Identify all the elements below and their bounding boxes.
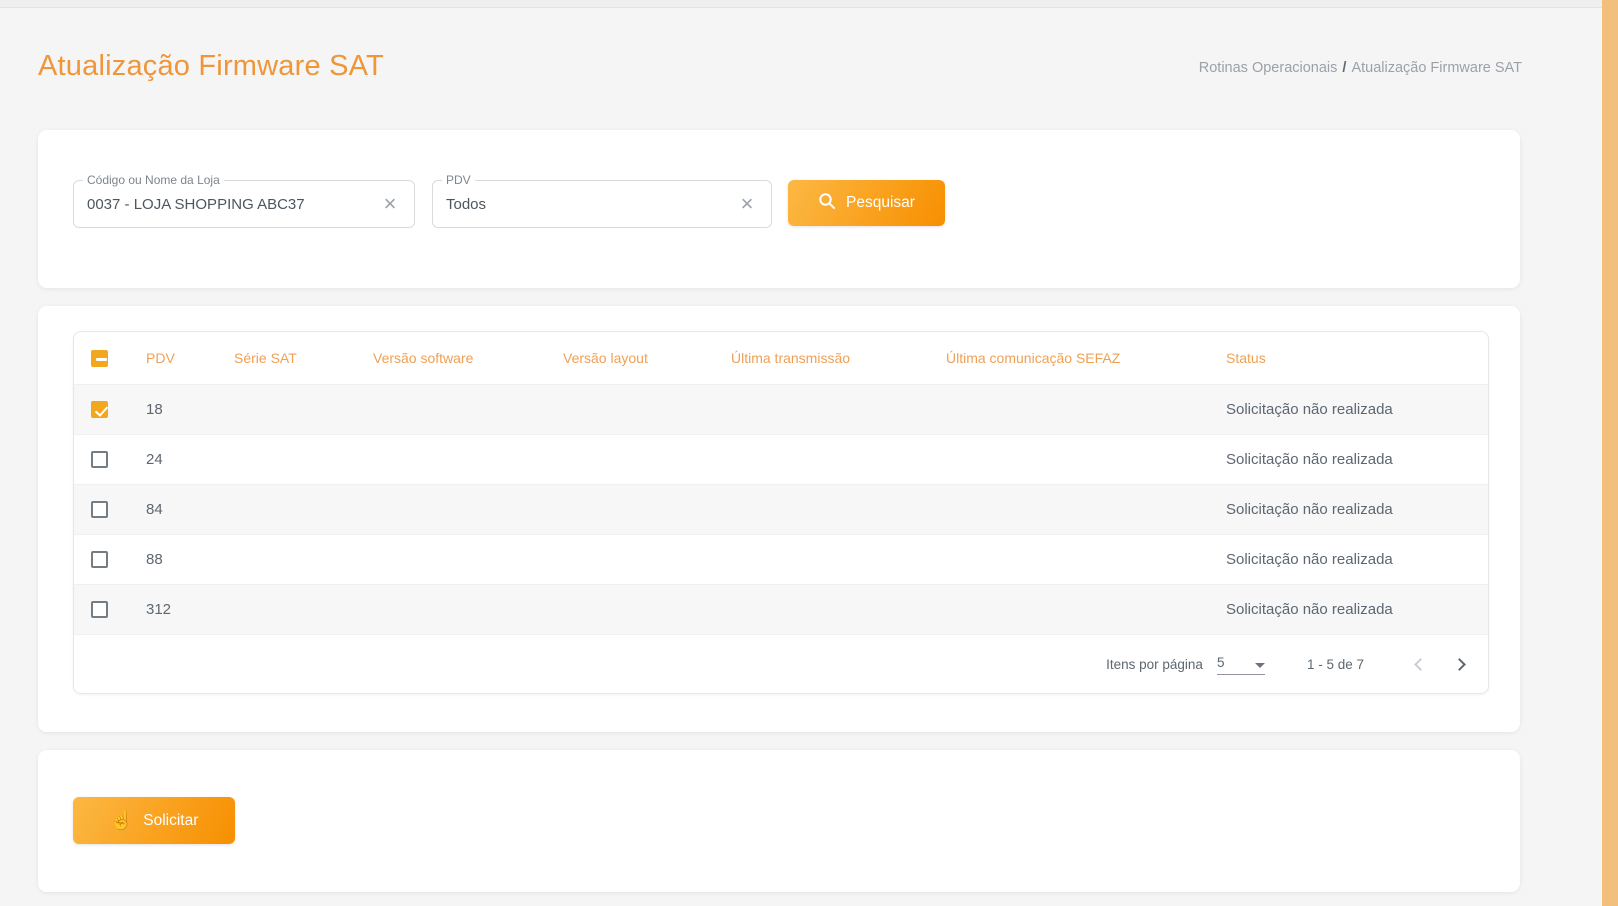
cell-status: Solicitação não realizada <box>1226 451 1393 468</box>
page-title: Atualização Firmware SAT <box>38 50 384 82</box>
column-header-versao-software[interactable]: Versão software <box>373 350 563 366</box>
items-per-page-select[interactable]: 5 <box>1216 654 1265 675</box>
table-row: 84 Solicitação não realizada <box>74 484 1488 534</box>
cell-status: Solicitação não realizada <box>1226 601 1393 618</box>
cell-pdv: 84 <box>146 501 163 518</box>
results-card: PDV Série SAT Versão software Versão lay… <box>38 306 1520 732</box>
pdv-field[interactable]: PDV Todos × <box>432 173 772 228</box>
column-header-ultima-comunicacao-sefaz[interactable]: Última comunicação SEFAZ <box>946 350 1226 366</box>
cell-pdv: 88 <box>146 551 163 568</box>
store-code-clear-icon[interactable]: × <box>376 181 404 227</box>
items-per-page-value: 5 <box>1216 654 1225 670</box>
results-table: PDV Série SAT Versão software Versão lay… <box>73 331 1489 694</box>
search-button[interactable]: Pesquisar <box>788 180 945 226</box>
cell-pdv: 18 <box>146 401 163 418</box>
filter-card: Código ou Nome da Loja 0037 - LOJA SHOPP… <box>38 130 1520 288</box>
breadcrumb-current: Atualização Firmware SAT <box>1351 60 1522 76</box>
pagination-bar: Itens por página 5 1 - 5 de 7 <box>74 634 1488 693</box>
table-row: 88 Solicitação não realizada <box>74 534 1488 584</box>
page-scrollbar[interactable] <box>1602 0 1618 906</box>
row-checkbox[interactable] <box>91 501 108 518</box>
cell-status: Solicitação não realizada <box>1226 401 1393 418</box>
table-row: 312 Solicitação não realizada <box>74 584 1488 634</box>
pagination-range-label: 1 - 5 de 7 <box>1306 657 1364 672</box>
row-checkbox[interactable] <box>91 451 108 468</box>
search-button-label: Pesquisar <box>846 194 915 211</box>
next-page-icon[interactable] <box>1453 658 1466 671</box>
breadcrumb: Rotinas Operacionais / Atualização Firmwar… <box>1199 60 1522 76</box>
table-row: 24 Solicitação não realizada <box>74 434 1488 484</box>
column-header-status[interactable]: Status <box>1226 350 1488 366</box>
table-header-row: PDV Série SAT Versão software Versão lay… <box>74 332 1488 384</box>
store-code-field-value[interactable]: 0037 - LOJA SHOPPING ABC37 <box>87 181 305 227</box>
breadcrumb-parent-link[interactable]: Rotinas Operacionais <box>1199 60 1338 76</box>
column-header-ultima-transmissao[interactable]: Última transmissão <box>731 350 946 366</box>
column-header-versao-layout[interactable]: Versão layout <box>563 350 731 366</box>
page-top-strip <box>0 0 1618 8</box>
chevron-down-icon <box>1254 662 1265 668</box>
request-button[interactable]: ☝ Solicitar <box>73 797 235 844</box>
cell-status: Solicitação não realizada <box>1226 551 1393 568</box>
search-icon <box>818 192 836 215</box>
row-checkbox[interactable] <box>91 601 108 618</box>
table-row: 18 Solicitação não realizada <box>74 384 1488 434</box>
row-checkbox[interactable] <box>91 401 108 418</box>
cell-pdv: 312 <box>146 601 172 618</box>
pdv-field-value[interactable]: Todos <box>446 181 486 227</box>
cell-pdv: 24 <box>146 451 163 468</box>
column-header-serie-sat[interactable]: Série SAT <box>234 350 373 366</box>
request-button-label: Solicitar <box>143 811 199 829</box>
pdv-clear-icon[interactable]: × <box>733 181 761 227</box>
column-header-pdv[interactable]: PDV <box>146 350 234 366</box>
store-code-field[interactable]: Código ou Nome da Loja 0037 - LOJA SHOPP… <box>73 173 415 228</box>
action-card: ☝ Solicitar <box>38 750 1520 892</box>
row-checkbox[interactable] <box>91 551 108 568</box>
breadcrumb-separator: / <box>1342 60 1347 76</box>
items-per-page-label: Itens por página <box>1106 657 1203 672</box>
tap-icon: ☝ <box>109 810 134 831</box>
cell-status: Solicitação não realizada <box>1226 501 1393 518</box>
previous-page-icon[interactable] <box>1414 658 1427 671</box>
select-all-checkbox[interactable] <box>91 349 108 367</box>
